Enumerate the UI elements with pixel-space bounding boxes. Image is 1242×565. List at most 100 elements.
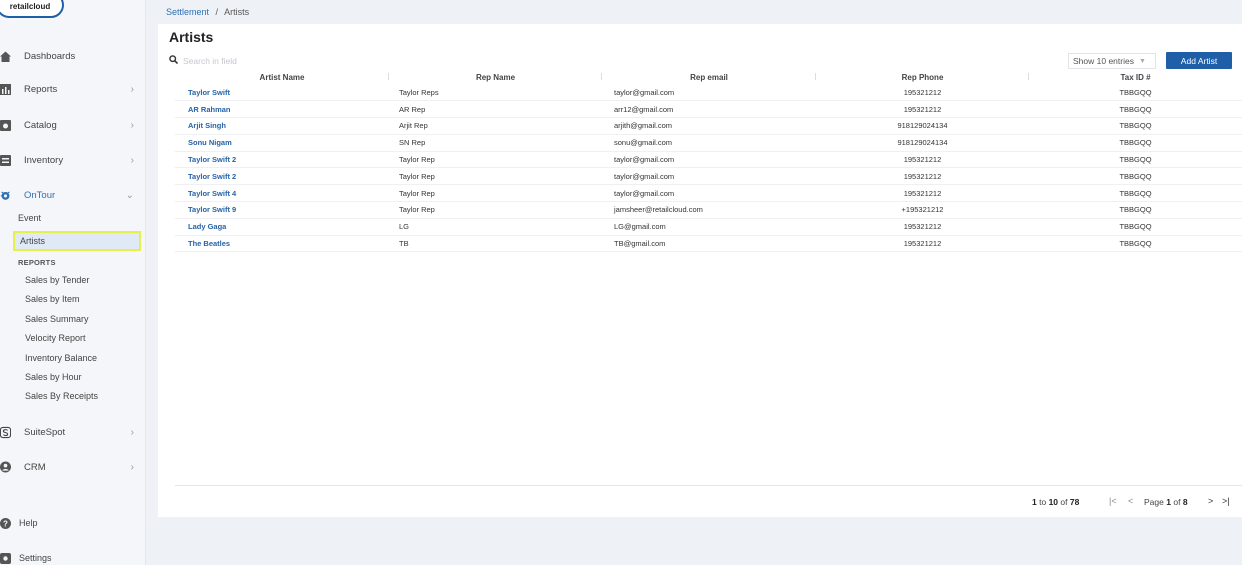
rep-name-cell: Taylor Rep <box>389 184 602 203</box>
rep-name-cell: LG <box>389 218 602 236</box>
tax-id-cell: TBBGQQ <box>1029 117 1242 135</box>
rep-name-cell: Taylor Rep <box>389 151 602 169</box>
next-page-icon[interactable]: > <box>1208 496 1213 506</box>
rep-email-cell: arjith@gmail.com <box>602 117 816 135</box>
column-header-tax-id[interactable]: Tax ID # <box>1029 70 1242 84</box>
sidebar-item-help[interactable]: ? Help <box>0 512 146 534</box>
sidebar-item-catalog[interactable]: Catalog › <box>0 114 146 136</box>
sidebar-item-inventory[interactable]: Inventory › <box>0 149 146 171</box>
artist-name-link[interactable]: Arjit Singh <box>175 117 389 135</box>
column-header-rep-email[interactable]: Rep email <box>602 70 816 84</box>
sidebar-item-reports[interactable]: Reports › <box>0 78 146 100</box>
column-header-rep-phone[interactable]: Rep Phone <box>816 70 1029 84</box>
page-title: Artists <box>169 29 214 45</box>
sidebar-item-event[interactable]: Event <box>0 209 146 227</box>
sidebar-item-ontour[interactable]: OnTour ⌄ <box>0 184 146 206</box>
tax-id-cell: TBBGQQ <box>1029 235 1242 253</box>
rep-phone-cell: 195321212 <box>816 235 1029 253</box>
chevron-down-icon: ⌄ <box>125 189 134 201</box>
sidebar-item-dashboards[interactable]: Dashboards <box>0 45 146 67</box>
settings-icon <box>0 552 11 564</box>
table-row[interactable]: Lady Gaga LG LG@gmail.com 195321212 TBBGQQ <box>175 218 1242 236</box>
breadcrumb-settlement-link[interactable]: Settlement <box>166 7 209 17</box>
rep-name-cell: Taylor Reps <box>389 84 602 102</box>
pagination-range: 1 to 10 of 78 <box>1032 497 1080 507</box>
chevron-right-icon: › <box>130 461 134 473</box>
artist-name-link[interactable]: Taylor Swift 9 <box>175 201 389 219</box>
rep-email-cell: LG@gmail.com <box>602 218 816 236</box>
artist-name-link[interactable]: Taylor Swift 2 <box>175 151 389 169</box>
column-header-artist-name[interactable]: Artist Name <box>175 70 389 84</box>
chevron-right-icon: › <box>130 154 134 166</box>
artist-name-link[interactable]: Taylor Swift 2 <box>175 167 389 186</box>
rep-email-cell: taylor@gmail.com <box>602 84 816 102</box>
artist-name-link[interactable]: AR Rahman <box>175 100 389 119</box>
tax-id-cell: TBBGQQ <box>1029 84 1242 102</box>
sidebar: retailcloud Dashboards Reports › Catalog… <box>0 0 146 565</box>
rep-email-cell: jamsheer@retailcloud.com <box>602 201 816 219</box>
table-row[interactable]: Taylor Swift 9 Taylor Rep jamsheer@retailc… <box>175 201 1242 219</box>
catalog-icon <box>0 119 11 131</box>
reports-section-header: REPORTS <box>18 258 56 267</box>
sidebar-item-sales-by-item[interactable]: Sales by Item <box>0 290 146 308</box>
search-input[interactable] <box>183 55 323 66</box>
breadcrumb: Settlement / Artists <box>166 7 249 17</box>
artist-name-link[interactable]: Taylor Swift <box>175 84 389 102</box>
rep-email-cell: arr12@gmail.com <box>602 100 816 119</box>
rep-phone-cell: 195321212 <box>816 100 1029 119</box>
tax-id-cell: TBBGQQ <box>1029 167 1242 186</box>
sidebar-item-sales-by-tender[interactable]: Sales by Tender <box>0 271 146 289</box>
rep-name-cell: Arjit Rep <box>389 117 602 135</box>
rep-phone-cell: +195321212 <box>816 201 1029 219</box>
table-row[interactable]: Taylor Swift 2 Taylor Rep taylor@gmail.com… <box>175 151 1242 169</box>
chevron-right-icon: › <box>130 426 134 438</box>
entries-per-page-select[interactable]: Show 10 entries ▼ <box>1068 53 1156 69</box>
previous-page-icon[interactable]: < <box>1128 496 1133 506</box>
sidebar-item-artists[interactable]: Artists <box>13 231 141 251</box>
rep-phone-cell: 195321212 <box>816 184 1029 203</box>
artists-table: Artist Name Rep Name Rep email Rep Phone… <box>175 70 1242 253</box>
table-row[interactable]: Taylor Swift Taylor Reps taylor@gmail.com 1… <box>175 84 1242 102</box>
table-row[interactable]: Sonu Nigam SN Rep sonu@gmail.com 9181290241… <box>175 134 1242 152</box>
retailcloud-logo[interactable]: retailcloud <box>0 0 64 18</box>
breadcrumb-current: Artists <box>224 7 250 17</box>
table-row[interactable]: Taylor Swift 2 Taylor Rep taylor@gmail.com… <box>175 167 1242 186</box>
artist-name-link[interactable]: Sonu Nigam <box>175 134 389 152</box>
tax-id-cell: TBBGQQ <box>1029 218 1242 236</box>
tax-id-cell: TBBGQQ <box>1029 134 1242 152</box>
home-icon <box>0 51 11 62</box>
svg-text:?: ? <box>3 519 8 528</box>
table-row[interactable]: AR Rahman AR Rep arr12@gmail.com 195321212 T… <box>175 100 1242 119</box>
last-page-icon[interactable]: >| <box>1222 496 1230 506</box>
table-row[interactable]: Taylor Swift 4 Taylor Rep taylor@gmail.com… <box>175 184 1242 203</box>
tax-id-cell: TBBGQQ <box>1029 100 1242 119</box>
sidebar-item-crm[interactable]: CRM › <box>0 456 146 478</box>
inventory-icon <box>0 154 11 166</box>
table-row[interactable]: Arjit Singh Arjit Rep arjith@gmail.com 9181… <box>175 117 1242 135</box>
chevron-right-icon: › <box>130 83 134 95</box>
artist-name-link[interactable]: Taylor Swift 4 <box>175 184 389 203</box>
sidebar-item-sales-by-receipts[interactable]: Sales By Receipts <box>0 387 146 405</box>
artists-card: Artists Show 10 entries ▼ Add Artist Art… <box>158 24 1242 517</box>
column-header-rep-name[interactable]: Rep Name <box>389 70 602 84</box>
breadcrumb-separator: / <box>215 7 219 17</box>
rep-phone-cell: 195321212 <box>816 151 1029 169</box>
search-icon <box>169 55 179 66</box>
sidebar-item-suitespot[interactable]: SuiteSpot › <box>0 421 146 443</box>
crm-icon <box>0 461 11 473</box>
first-page-icon[interactable]: |< <box>1109 496 1117 506</box>
artist-name-link[interactable]: The Beatles <box>175 235 389 253</box>
add-artist-button[interactable]: Add Artist <box>1166 52 1232 69</box>
table-header-row: Artist Name Rep Name Rep email Rep Phone… <box>175 70 1242 84</box>
table-row[interactable]: The Beatles TB TB@gmail.com 195321212 TBBGQQ <box>175 235 1242 253</box>
sidebar-item-sales-summary[interactable]: Sales Summary <box>0 310 146 328</box>
sidebar-item-inventory-balance[interactable]: Inventory Balance <box>0 349 146 367</box>
sidebar-item-sales-by-hour[interactable]: Sales by Hour <box>0 368 146 386</box>
suitespot-icon <box>0 426 11 438</box>
rep-phone-cell: 918129024134 <box>816 134 1029 152</box>
pagination-divider <box>175 485 1242 486</box>
artist-name-link[interactable]: Lady Gaga <box>175 218 389 236</box>
rep-phone-cell: 918129024134 <box>816 117 1029 135</box>
sidebar-item-settings[interactable]: Settings <box>0 547 146 565</box>
sidebar-item-velocity-report[interactable]: Velocity Report <box>0 329 146 347</box>
